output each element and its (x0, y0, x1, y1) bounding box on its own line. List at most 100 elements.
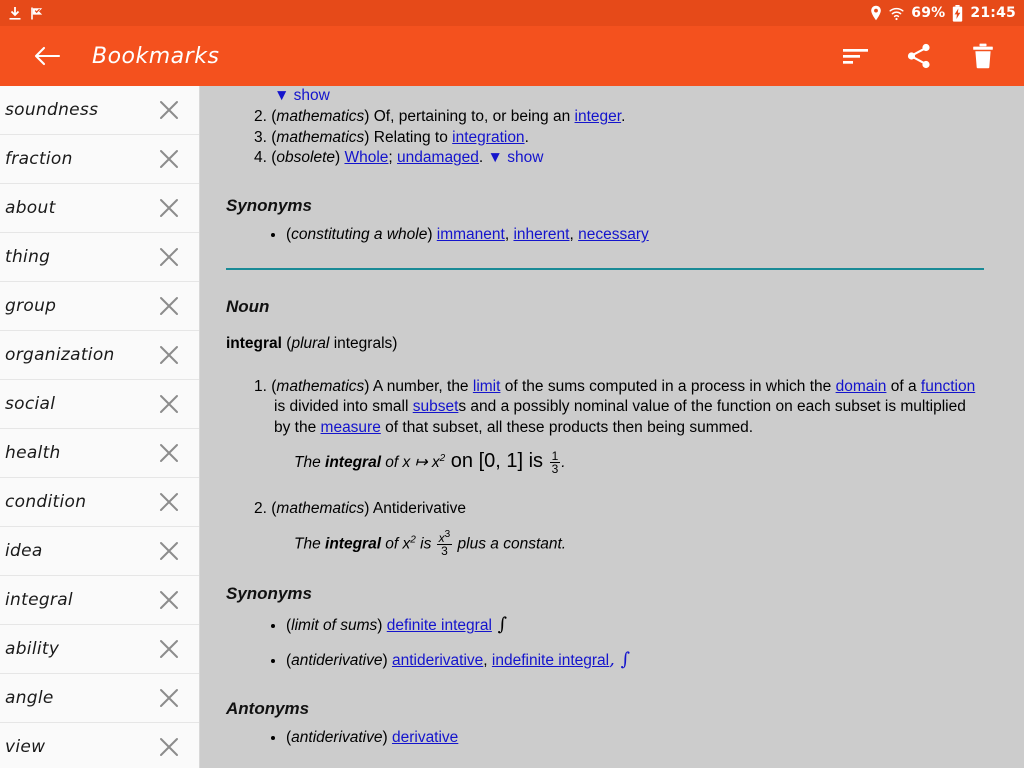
bookmark-remove-button[interactable] (157, 735, 181, 759)
example-text: is (415, 535, 436, 553)
sense-number: 2. (254, 108, 267, 126)
show-toggle-2[interactable]: ▼ show (488, 149, 544, 166)
status-bar-left-icons (8, 6, 44, 21)
link-integration[interactable]: integration (452, 129, 524, 146)
location-pin-icon (871, 5, 882, 21)
bookmark-remove-button[interactable] (157, 245, 181, 269)
bookmark-row[interactable]: organization (0, 331, 199, 380)
bookmark-remove-button[interactable] (157, 637, 181, 661)
link-whole[interactable]: Whole (344, 149, 388, 166)
adjective-senses: 2. (mathematics) Of, pertaining to, or b… (226, 107, 984, 168)
bookmark-remove-button[interactable] (157, 588, 181, 612)
bookmark-remove-button[interactable] (157, 441, 181, 465)
bookmark-remove-button[interactable] (157, 196, 181, 220)
sense-text: of a (886, 377, 921, 395)
link-necessary[interactable]: necessary (578, 226, 649, 243)
bookmark-label: integral (5, 590, 73, 610)
close-x-icon (160, 199, 178, 217)
bookmark-remove-button[interactable] (157, 490, 181, 514)
bookmark-row[interactable]: angle (0, 674, 199, 723)
sense-qualifier: obsolete (276, 149, 336, 167)
bookmark-row[interactable]: health (0, 429, 199, 478)
back-button[interactable] (30, 39, 64, 73)
bookmark-row[interactable]: integral (0, 576, 199, 625)
example-text: on [0, 1] is (445, 449, 549, 472)
link-integer[interactable]: integer (575, 108, 622, 125)
example-text: . (561, 453, 566, 471)
link-indefinite-integral[interactable]: indefinite integral (492, 652, 609, 669)
bookmark-row[interactable]: social (0, 380, 199, 429)
trash-icon (973, 43, 993, 69)
link-measure[interactable]: measure (321, 419, 381, 436)
sense-qualifier: mathematics (276, 128, 365, 146)
bookmark-label: soundness (5, 100, 99, 120)
content-area: soundness fraction about thing group organiza… (0, 86, 1024, 768)
sense-text: A number, the (372, 377, 473, 395)
close-x-icon (160, 689, 178, 707)
bookmark-row[interactable]: group (0, 282, 199, 331)
share-button[interactable] (904, 41, 934, 71)
bookmark-row[interactable]: about (0, 184, 199, 233)
adjective-synonyms-heading: Synonyms (226, 195, 312, 215)
link-antiderivative[interactable]: antiderivative (392, 652, 483, 669)
bookmark-remove-button[interactable] (157, 147, 181, 171)
sense-text-end: . (478, 149, 488, 167)
bookmark-remove-button[interactable] (157, 294, 181, 318)
bookmark-label: idea (5, 541, 43, 561)
bookmark-row[interactable]: fraction (0, 135, 199, 184)
fraction-numerator: x3 (437, 528, 453, 544)
bookmark-row[interactable]: idea (0, 527, 199, 576)
sense-qualifier: mathematics (276, 377, 365, 395)
sense-text: Relating to (373, 128, 453, 146)
link-immanent[interactable]: immanent (437, 226, 505, 243)
bookmark-row[interactable]: condition (0, 478, 199, 527)
link-definite-integral[interactable]: definite integral (387, 617, 492, 634)
fraction-num-sup: 3 (444, 528, 451, 540)
sort-button[interactable] (840, 41, 870, 71)
show-toggle-row-1[interactable]: ▼ show (226, 86, 984, 106)
link-domain[interactable]: domain (836, 378, 887, 395)
close-x-icon (160, 738, 178, 756)
article-pane[interactable]: ▼ show 2. (mathematics) Of, pertaining t… (200, 86, 1024, 768)
sense-number: 1. (254, 377, 267, 395)
noun-heading: Noun (226, 296, 270, 316)
app-bar-actions (840, 41, 1006, 71)
link-inherent[interactable]: inherent (513, 226, 569, 243)
bookmark-row[interactable]: ability (0, 625, 199, 674)
noun-sense-1: 1. (mathematics) A number, the limit of … (254, 377, 976, 436)
sense-qualifier: mathematics (276, 500, 365, 518)
integral-symbol: , ∫ (609, 649, 630, 671)
bookmark-label: thing (5, 247, 51, 267)
close-x-icon (160, 591, 178, 609)
sense-item: 2. (mathematics) Of, pertaining to, or b… (254, 108, 626, 126)
sense-number: 4. (254, 149, 267, 167)
example-text: of x ↦ x (381, 453, 440, 471)
link-subset[interactable]: subset (413, 398, 459, 415)
bookmark-remove-button[interactable] (157, 98, 181, 122)
bookmark-remove-button[interactable] (157, 686, 181, 710)
link-derivative[interactable]: derivative (392, 729, 458, 746)
battery-charging-icon (953, 4, 963, 22)
show-toggle-1[interactable]: ▼ show (274, 87, 330, 104)
page-title: Bookmarks (92, 43, 220, 69)
bookmark-list[interactable]: soundness fraction about thing group organiza… (0, 86, 200, 768)
sense-text-end: . (621, 108, 626, 126)
example-text: The (294, 535, 326, 553)
noun-synonyms-heading: Synonyms (226, 583, 312, 603)
synonym-qualifier: constituting a whole (291, 226, 428, 244)
bookmark-remove-button[interactable] (157, 343, 181, 367)
link-function[interactable]: function (921, 378, 975, 395)
delete-button[interactable] (968, 41, 998, 71)
noun-synonyms-list: (limit of sums) definite integral ∫ (ant… (286, 613, 984, 672)
bookmark-row[interactable]: thing (0, 233, 199, 282)
link-undamaged[interactable]: undamaged (397, 149, 479, 166)
bookmark-label: social (5, 394, 56, 414)
noun-example-1: The integral of x ↦ x2 on [0, 1] is 13. (294, 448, 984, 476)
close-x-icon (160, 640, 178, 658)
link-limit[interactable]: limit (473, 378, 501, 395)
bookmark-row[interactable]: soundness (0, 86, 199, 135)
bookmark-row[interactable]: view (0, 723, 199, 768)
bookmark-remove-button[interactable] (157, 539, 181, 563)
bookmark-remove-button[interactable] (157, 392, 181, 416)
list-item: (limit of sums) definite integral ∫ (286, 613, 984, 637)
